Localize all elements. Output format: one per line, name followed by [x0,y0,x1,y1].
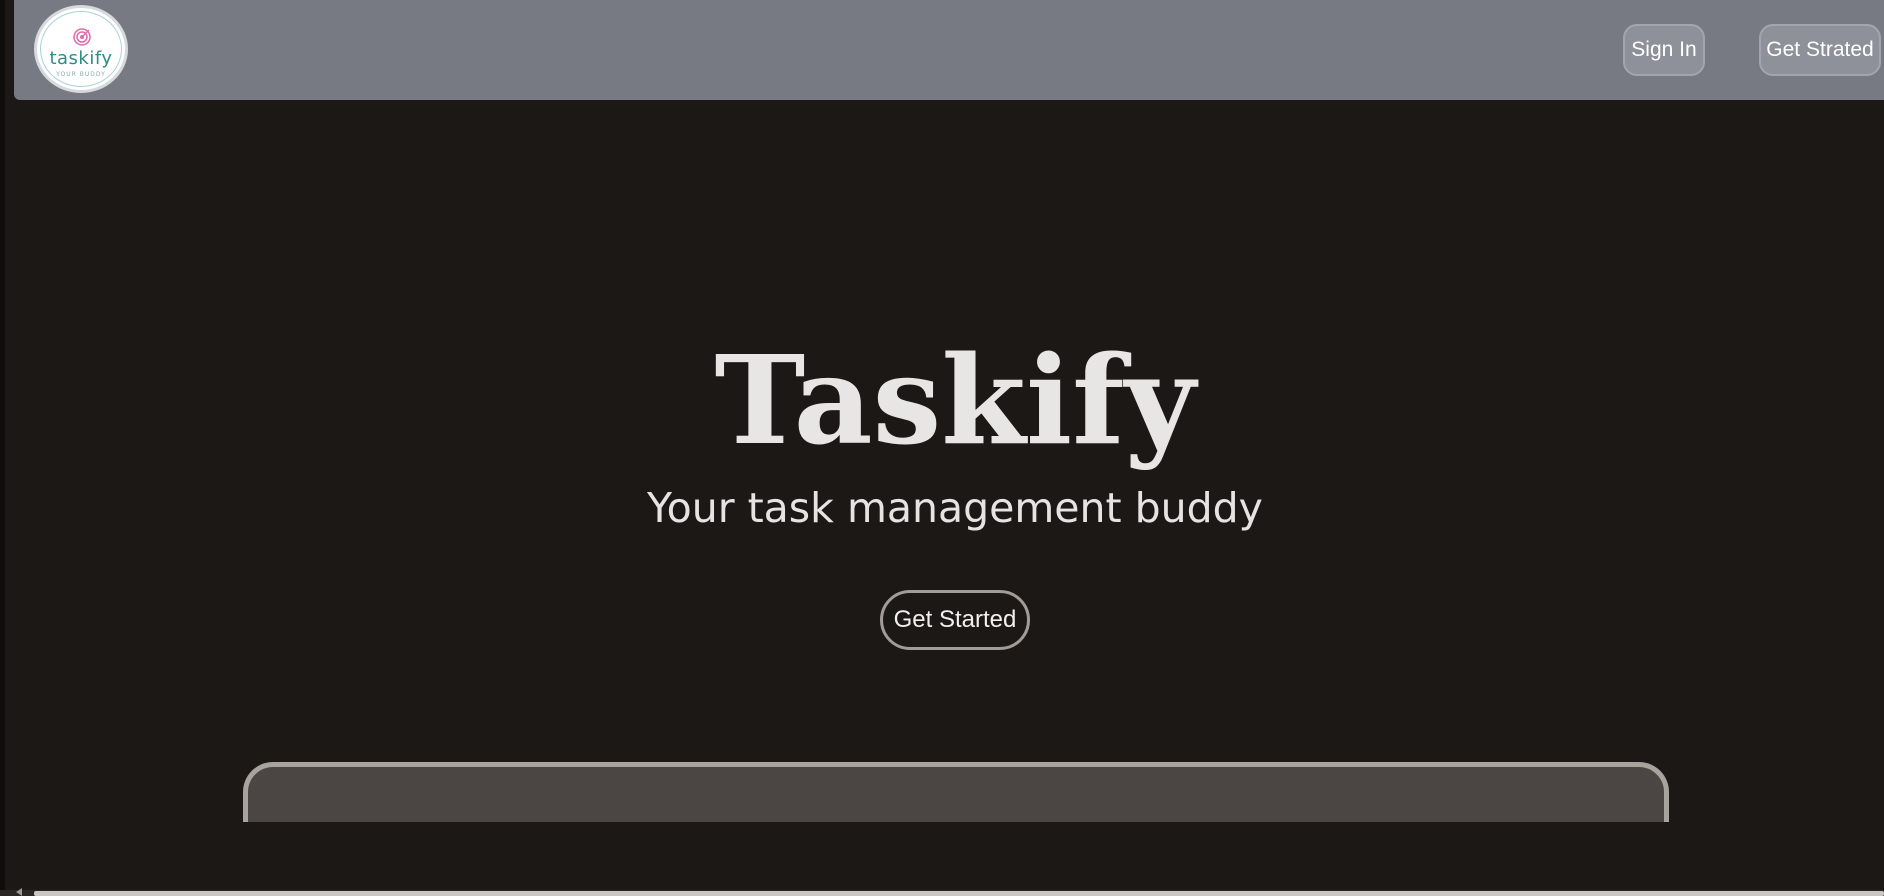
taskify-logo[interactable]: taskify YOUR BUDDY [34,5,128,93]
target-icon [73,28,91,46]
get-started-button[interactable]: Get Started [880,590,1030,650]
get-strated-button[interactable]: Get Strated [1759,24,1881,76]
scrollbar-thumb[interactable] [34,891,1884,896]
preview-card [243,762,1669,822]
scroll-left-arrow-icon[interactable] [16,888,22,896]
logo-wordmark: taskify [49,48,113,69]
sign-in-button[interactable]: Sign In [1623,24,1705,76]
app-root: taskify YOUR BUDDY Sign In Get Strated T… [0,0,1884,896]
logo-tagline: YOUR BUDDY [56,71,106,78]
hero-title: Taskify [714,328,1196,472]
navbar: taskify YOUR BUDDY Sign In Get Strated [14,0,1884,100]
hero-subtitle: Your task management buddy [647,484,1263,532]
